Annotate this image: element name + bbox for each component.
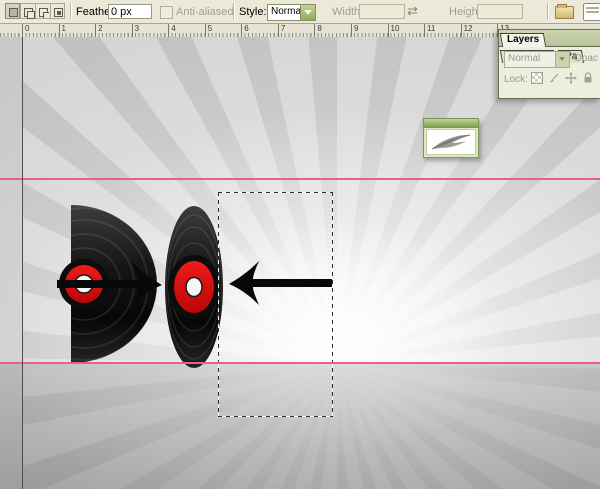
selection-mode-buttons (5, 3, 65, 19)
lock-transparency-icon[interactable] (531, 72, 543, 84)
style-label: Style: (239, 6, 267, 18)
marquee-edge (332, 192, 333, 417)
ruler-number: 6 (241, 24, 248, 37)
ruler-number: 7 (278, 24, 285, 37)
toolbar-separator (70, 3, 72, 20)
ruler-number: 10 (388, 24, 400, 37)
lock-row: Lock: (499, 69, 600, 91)
add-to-selection-button[interactable] (20, 3, 35, 19)
panel-tab-layers[interactable]: Layers (500, 33, 547, 47)
ruler-number: 4 (168, 24, 175, 37)
ruler-number: 11 (424, 24, 435, 37)
record-center-hole (186, 278, 202, 297)
palette-well-icon[interactable] (581, 2, 600, 21)
feather-icon (429, 132, 473, 152)
horizontal-guide-bottom[interactable] (0, 362, 600, 364)
marquee-edge (218, 192, 333, 193)
mini-window-content (426, 129, 476, 155)
antialiased-label: Anti-aliased (176, 6, 233, 18)
width-input[interactable] (359, 4, 405, 19)
lock-paint-brush-icon[interactable] (548, 72, 560, 84)
ruler-number: 1 (59, 24, 66, 37)
vertical-guide[interactable] (22, 37, 23, 489)
ruler-number: 12 (461, 24, 473, 37)
selection-marquee[interactable] (218, 192, 333, 417)
canvas-area[interactable] (0, 37, 600, 489)
horizontal-guide-top[interactable] (0, 178, 600, 180)
marquee-edge (218, 192, 219, 417)
toolbar-separator (233, 3, 235, 20)
lock-label: Lock: (504, 74, 528, 85)
panel-tab-strip: LayersChannelsPa (499, 30, 600, 47)
tool-options-bar: Feather: Anti-aliased Style: Normal Widt… (0, 0, 600, 24)
intersect-with-selection-button[interactable] (50, 3, 65, 19)
lock-all-padlock-icon[interactable] (582, 72, 594, 84)
toolbar-separator (547, 3, 549, 20)
ruler-number: 0 (22, 24, 29, 37)
height-input[interactable] (477, 4, 523, 19)
ruler-number: 8 (314, 24, 321, 37)
new-selection-button[interactable] (5, 3, 20, 19)
ruler-number: 3 (132, 24, 139, 37)
swap-dimensions-icon[interactable]: ⇄ (407, 3, 418, 19)
ruler-number: 5 (205, 24, 212, 37)
feather-input[interactable] (108, 4, 152, 19)
photoshop-window: Feather: Anti-aliased Style: Normal Widt… (0, 0, 600, 489)
layers-panel: LayersChannelsPa Normal Opac Lock: (498, 29, 600, 99)
antialiased-checkbox[interactable] (160, 6, 173, 19)
chevron-down-icon[interactable] (555, 52, 569, 67)
chevron-down-icon[interactable] (300, 5, 315, 20)
mini-window-titlebar[interactable] (424, 119, 478, 128)
blend-mode-row: Normal Opac (499, 47, 600, 69)
vinyl-record-narrow (165, 206, 223, 368)
ruler-number: 2 (95, 24, 102, 37)
panel-tab-label: Layers (507, 34, 539, 46)
blend-mode-value: Normal (505, 52, 555, 67)
style-dropdown-value: Normal (268, 5, 300, 20)
mini-preview-window[interactable] (423, 118, 479, 158)
blend-mode-dropdown[interactable]: Normal (504, 51, 570, 68)
file-browser-icon[interactable] (553, 2, 577, 21)
opacity-label: Opac (574, 53, 598, 64)
style-dropdown[interactable]: Normal (267, 4, 316, 21)
marquee-edge (218, 416, 333, 417)
lock-position-move-icon[interactable] (565, 72, 577, 84)
ruler-number: 9 (351, 24, 358, 37)
subtract-from-selection-button[interactable] (35, 3, 50, 19)
